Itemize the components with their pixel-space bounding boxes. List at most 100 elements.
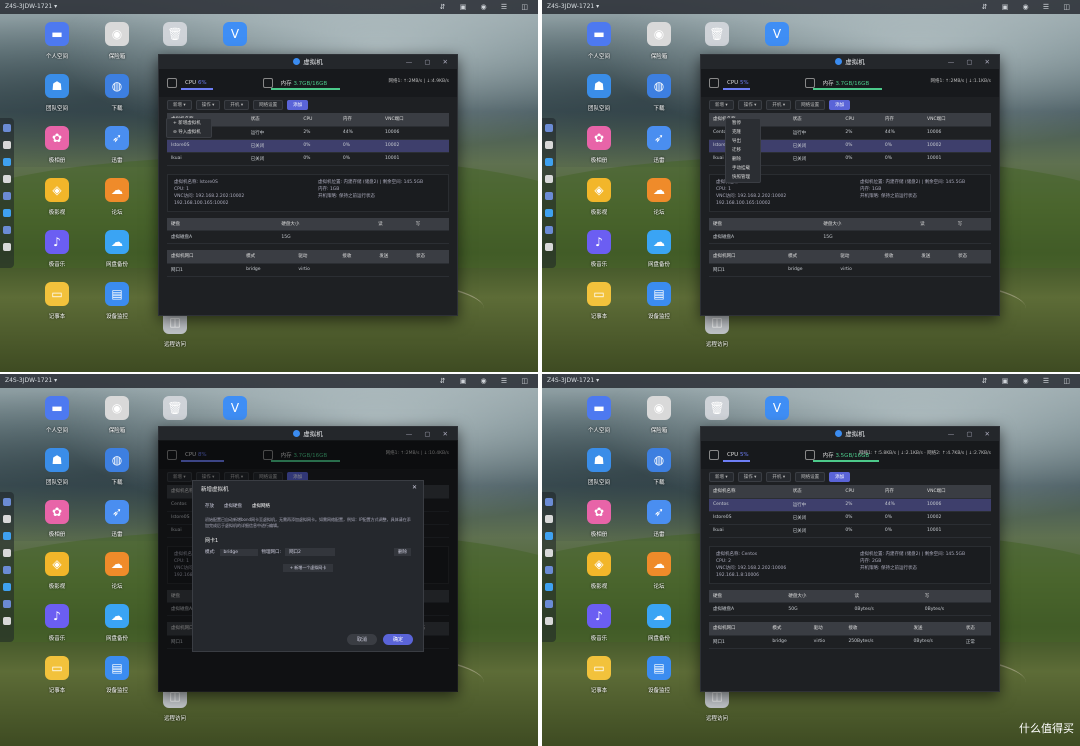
desktop-app[interactable]: ✿ 极相册 — [574, 126, 624, 164]
desktop-app[interactable]: ◉ 保险箱 — [92, 396, 142, 434]
table-row[interactable]: Istore0S已关闭0%0%10002 — [167, 139, 449, 153]
dock-item[interactable] — [3, 209, 11, 217]
desktop-app[interactable]: ➶ 迅雷 — [92, 126, 142, 164]
desktop-app[interactable]: ☗ 团队空间 — [574, 74, 624, 112]
dock-item[interactable] — [545, 124, 553, 132]
desktop-app[interactable]: ➶ 迅雷 — [92, 500, 142, 538]
menu-item[interactable]: 克隆 — [726, 128, 760, 137]
dock-item[interactable] — [3, 124, 11, 132]
dock-item[interactable] — [3, 549, 11, 557]
desktop-app[interactable]: ◈ 极影视 — [574, 552, 624, 590]
dock-item[interactable] — [545, 600, 553, 608]
desktop-app[interactable]: ◍ 下载 — [634, 448, 684, 486]
desktop-app[interactable]: 🗑 — [150, 396, 200, 426]
desktop-app[interactable]: ◍ 下载 — [92, 74, 142, 112]
toolbar-button[interactable]: 开机 ▾ — [766, 472, 792, 482]
window-controls[interactable]: — ▢ ✕ — [948, 55, 995, 69]
desktop-app[interactable]: ☁ 网盘备份 — [634, 230, 684, 268]
table-row[interactable]: lkuai已关闭0%0%10001 — [709, 524, 991, 538]
desktop-app[interactable]: ◉ 保险箱 — [92, 22, 142, 60]
desktop-app[interactable]: ◍ 下载 — [92, 448, 142, 486]
desktop-app[interactable]: ➶ 迅雷 — [634, 500, 684, 538]
dock-item[interactable] — [3, 192, 11, 200]
desktop-app[interactable]: 🗑 — [150, 22, 200, 52]
desktop-app[interactable]: 🗑 — [692, 396, 742, 426]
dock-item[interactable] — [545, 549, 553, 557]
desktop-app[interactable]: ▤ 设备监控 — [92, 656, 142, 694]
dock-item[interactable] — [545, 141, 553, 149]
desktop-app[interactable]: ➶ 迅雷 — [634, 126, 684, 164]
dock-item[interactable] — [545, 566, 553, 574]
dock-item[interactable] — [3, 141, 11, 149]
add-nic-button[interactable]: + 新增一个虚拟网卡 — [283, 564, 333, 572]
dock-item[interactable] — [3, 175, 11, 183]
menu-item[interactable]: 迁移 — [726, 146, 760, 155]
desktop-app[interactable]: ☗ 团队空间 — [32, 448, 82, 486]
desktop-app[interactable]: ☁ 论坛 — [634, 552, 684, 590]
desktop-app[interactable]: ☁ 网盘备份 — [634, 604, 684, 642]
desktop-app[interactable]: ◈ 极影视 — [574, 178, 624, 216]
toolbar-button[interactable]: 网络设置 — [795, 472, 826, 482]
toolbar-button[interactable]: 网络设置 — [795, 100, 826, 110]
dock-item[interactable] — [3, 566, 11, 574]
desktop-app[interactable]: V — [752, 22, 802, 52]
table-row[interactable]: Istore0S已关闭0%0%10002 — [709, 511, 991, 525]
dock-item[interactable] — [545, 617, 553, 625]
desktop-app[interactable]: 🗑 — [692, 22, 742, 52]
device-name[interactable]: Z4S-3JDW-1721 ▾ — [5, 3, 57, 10]
toolbar-button[interactable]: 操作 ▾ — [737, 100, 763, 110]
dock-item[interactable] — [545, 192, 553, 200]
desktop-app[interactable]: ▤ 设备监控 — [92, 282, 142, 320]
desktop-app[interactable]: ☁ 网盘备份 — [92, 604, 142, 642]
desktop-app[interactable]: V — [752, 396, 802, 426]
device-name[interactable]: Z4S-3JDW-1721 ▾ — [5, 377, 57, 384]
desktop-app[interactable]: ♪ 极音乐 — [32, 230, 82, 268]
table-row[interactable]: lkuai已关闭0%0%10001 — [167, 152, 449, 166]
menu-item[interactable]: 删除 — [726, 155, 760, 164]
desktop-app[interactable]: ✿ 极相册 — [32, 500, 82, 538]
step-tab[interactable]: 存放 — [205, 503, 214, 509]
desktop-app[interactable]: ☁ 网盘备份 — [92, 230, 142, 268]
dock-item[interactable] — [545, 209, 553, 217]
desktop-app[interactable]: ▭ 记事本 — [574, 282, 624, 320]
ok-button[interactable]: 确定 — [382, 634, 413, 645]
host-select[interactable]: 网口2 — [285, 548, 336, 556]
desktop-app[interactable]: V — [210, 396, 260, 426]
toolbar-button[interactable]: 网络设置 — [253, 100, 284, 110]
toolbar-button[interactable]: 操作 ▾ — [195, 100, 221, 110]
menu-item[interactable]: 手动挂载 — [726, 164, 760, 173]
desktop-app[interactable]: ♪ 极音乐 — [574, 230, 624, 268]
delete-button[interactable]: 删除 — [394, 548, 411, 556]
device-name[interactable]: Z4S-3JDW-1721 ▾ — [547, 377, 599, 384]
dock-item[interactable] — [3, 243, 11, 251]
cancel-button[interactable]: 取消 — [346, 634, 377, 645]
menu-item[interactable]: 快照管理 — [726, 173, 760, 182]
desktop-app[interactable]: ▭ 记事本 — [574, 656, 624, 694]
desktop-app[interactable]: ◉ 保险箱 — [634, 22, 684, 60]
dock-item[interactable] — [545, 583, 553, 591]
dock-item[interactable] — [545, 226, 553, 234]
table-row[interactable]: Centos运行中2%44%10006 — [709, 498, 991, 512]
desktop-app[interactable]: ☗ 团队空间 — [574, 448, 624, 486]
dock-item[interactable] — [545, 158, 553, 166]
desktop-app[interactable]: ◉ 保险箱 — [634, 396, 684, 434]
desktop-app[interactable]: ◈ 极影视 — [32, 552, 82, 590]
desktop-app[interactable]: ✿ 极相册 — [32, 126, 82, 164]
toolbar-button[interactable]: 添加 — [287, 100, 309, 110]
desktop-app[interactable]: ☁ 论坛 — [92, 552, 142, 590]
desktop-app[interactable]: ◈ 极影视 — [32, 178, 82, 216]
toolbar-button[interactable]: 操作 ▾ — [737, 472, 763, 482]
desktop-app[interactable]: ▤ 设备监控 — [634, 656, 684, 694]
dock-item[interactable] — [3, 583, 11, 591]
dock-item[interactable] — [3, 226, 11, 234]
dock-item[interactable] — [3, 617, 11, 625]
dock-item[interactable] — [3, 158, 11, 166]
toolbar-button[interactable]: 新增 ▾ — [709, 472, 734, 482]
desktop-app[interactable]: ♪ 极音乐 — [32, 604, 82, 642]
dock-item[interactable] — [3, 498, 11, 506]
desktop-app[interactable]: ▬ 个人空间 — [32, 22, 82, 60]
desktop-app[interactable]: ▭ 记事本 — [32, 282, 82, 320]
desktop-app[interactable]: ▬ 个人空间 — [574, 22, 624, 60]
step-tab[interactable]: 虚拟硬盘 — [224, 503, 242, 509]
toolbar-button[interactable]: 新增 ▾ — [709, 100, 734, 110]
